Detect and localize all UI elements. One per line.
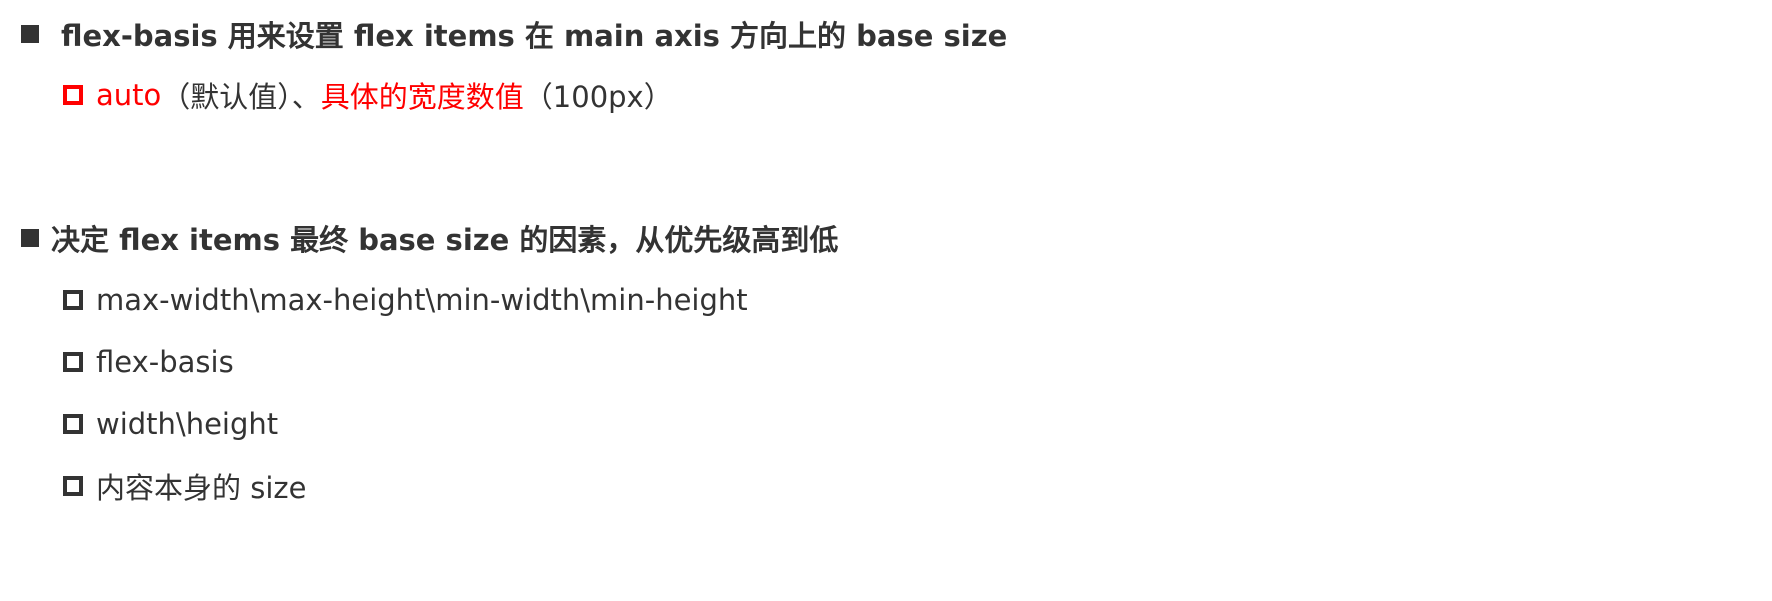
square-bullet-icon — [21, 25, 39, 43]
section1-heading: flex-basis 用来设置 flex items 在 main axis 方… — [61, 19, 1008, 53]
section2-item-row: max-width\max-height\min-width\min-heigh… — [0, 280, 748, 320]
section2-item-text: 内容本身的 size — [96, 471, 307, 505]
section1-item-default-note: （默认值）、 — [161, 80, 321, 114]
section2-item-text: flex-basis — [96, 345, 234, 379]
hollow-square-bullet-icon — [63, 290, 83, 310]
section1-item-row: auto （默认值）、 具体的宽度数值 （100px） — [0, 75, 673, 115]
section1-heading-row: flex-basis 用来设置 flex items 在 main axis 方… — [0, 14, 1007, 54]
hollow-square-bullet-icon — [63, 352, 83, 372]
hollow-square-bullet-icon — [63, 414, 83, 434]
section2-item-row: flex-basis — [0, 342, 234, 382]
hollow-square-bullet-icon — [63, 476, 83, 496]
section2-item-text: width\height — [96, 407, 279, 441]
section2-item-text: max-width\max-height\min-width\min-heigh… — [96, 283, 748, 317]
section2-heading: 决定 flex items 最终 base size 的因素，从优先级高到低 — [51, 223, 839, 257]
square-bullet-icon — [21, 229, 39, 247]
hollow-square-bullet-icon — [63, 85, 83, 105]
section2-heading-row: 决定 flex items 最终 base size 的因素，从优先级高到低 — [0, 218, 838, 258]
section2-item-row: width\height — [0, 404, 278, 444]
section1-item-auto: auto — [96, 78, 162, 112]
section2-item-row: 内容本身的 size — [0, 466, 306, 506]
section1-item-example: （100px） — [523, 80, 673, 114]
section1-item-width-value: 具体的宽度数值 — [320, 80, 524, 114]
